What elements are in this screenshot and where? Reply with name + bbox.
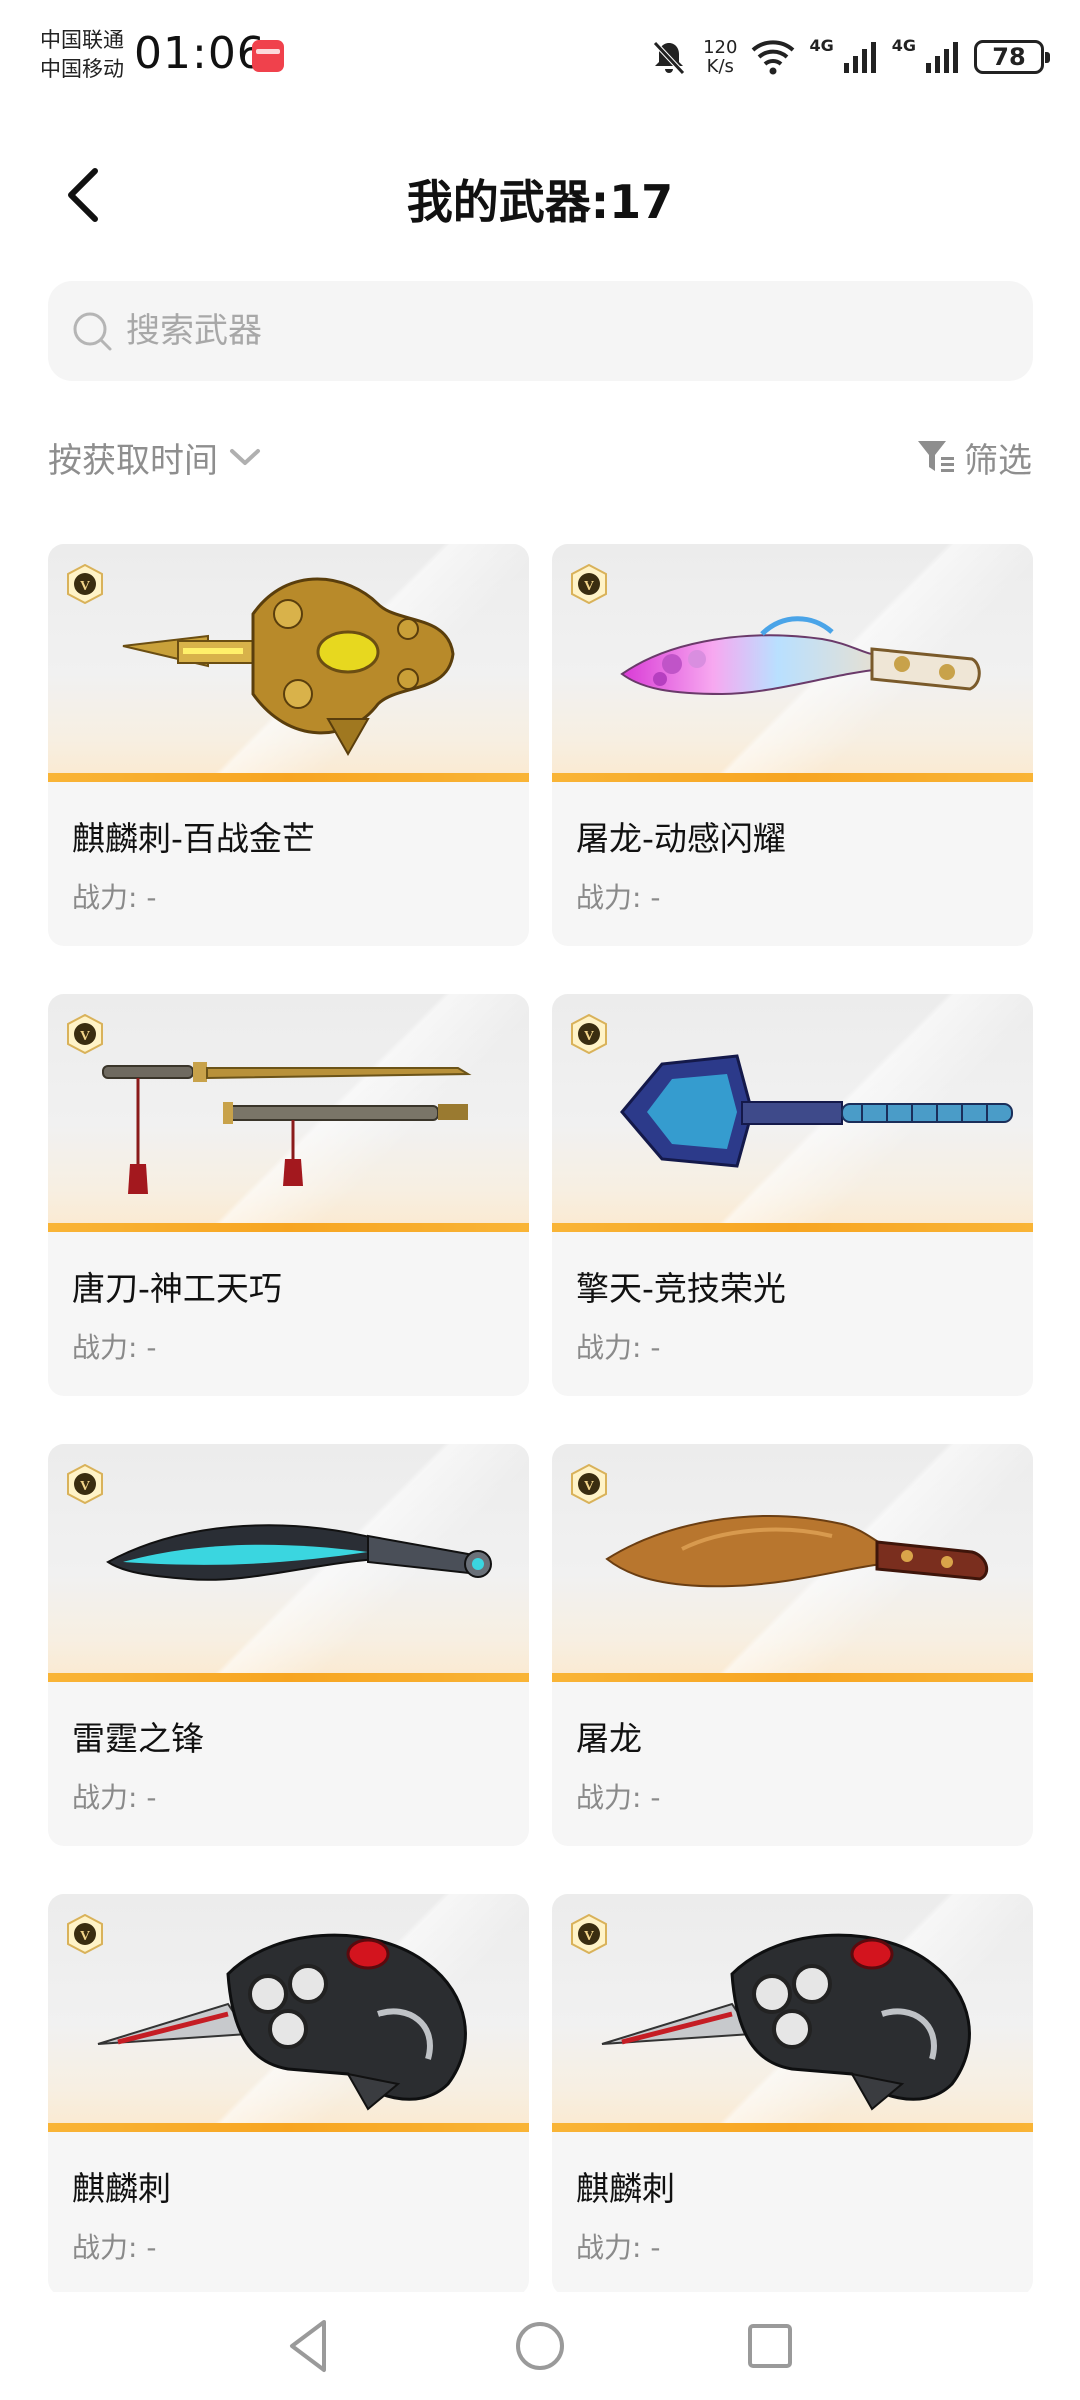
- weapon-image-area: V: [48, 994, 529, 1232]
- weapon-card[interactable]: V 唐刀-神工天巧 战力: -: [48, 994, 529, 1396]
- weapon-power: 战力: -: [72, 2231, 157, 2264]
- weapon-image-area: V: [552, 1444, 1033, 1682]
- cyan-blade-icon: [106, 1524, 492, 1581]
- chevron-down-icon: [230, 449, 260, 465]
- svg-text:V: V: [584, 1029, 594, 1044]
- filter-icon: [918, 441, 954, 472]
- weapon-power: 战力: -: [72, 1781, 157, 1814]
- nav-back-icon[interactable]: [278, 2314, 342, 2378]
- battery-icon: 78: [974, 40, 1050, 74]
- sort-dropdown[interactable]: 按获取时间: [48, 432, 262, 482]
- weapon-card[interactable]: V 麒麟刺 战力: -: [552, 1894, 1033, 2296]
- weapon-power: 战力: -: [576, 1331, 661, 1364]
- weapon-image-area: V: [48, 1894, 529, 2132]
- svg-text:V: V: [584, 1929, 594, 1944]
- carrier-2: 中国移动: [40, 57, 124, 81]
- nav-recents-icon[interactable]: [738, 2314, 802, 2378]
- svg-text:V: V: [584, 1479, 594, 1494]
- system-nav-bar: [0, 2292, 1080, 2400]
- vip-badge-icon: V: [67, 1914, 103, 1954]
- status-bar: 中国联通 中国移动 01:06 120 K/s 4G 4G 78: [0, 0, 1080, 120]
- vip-badge-icon: V: [67, 1464, 103, 1504]
- carrier-1: 中国联通: [40, 28, 124, 52]
- weapon-image-area: V: [552, 544, 1033, 782]
- page-title: 我的武器:17: [406, 175, 674, 229]
- weapon-image-area: V: [552, 1894, 1033, 2132]
- bronze-kukri-icon: [605, 1515, 989, 1588]
- svg-text:V: V: [80, 1479, 90, 1494]
- signal-icon-2: [926, 42, 958, 73]
- silver-knuckle-dagger-icon: [601, 1933, 971, 2111]
- weapon-grid: V 麒麟刺-百战金芒 战力: - V 屠龙-动感闪耀 战力: - V 唐刀-神工…: [48, 544, 1033, 2296]
- weapon-power: 战力: -: [72, 1331, 157, 1364]
- weapon-image-area: V: [48, 544, 529, 782]
- carrier-names: 中国联通 中国移动: [40, 26, 124, 84]
- weapon-power: 战力: -: [576, 1781, 661, 1814]
- net-speed: 120 K/s: [703, 38, 737, 76]
- status-indicators: 120 K/s 4G 4G 78: [649, 34, 1050, 80]
- weapon-name: 擎天-竞技荣光: [576, 1269, 786, 1308]
- vip-badge-icon: V: [67, 564, 103, 604]
- battery-level: 78: [992, 43, 1026, 71]
- sort-label: 按获取时间: [48, 440, 218, 481]
- weapon-name: 唐刀-神工天巧: [72, 1269, 282, 1308]
- weapon-card[interactable]: V 屠龙 战力: -: [552, 1444, 1033, 1846]
- svg-text:V: V: [584, 579, 594, 594]
- notification-app-icon: [252, 40, 284, 72]
- vip-badge-icon: V: [571, 1464, 607, 1504]
- weapon-power: 战力: -: [576, 881, 661, 914]
- svg-text:V: V: [80, 1029, 90, 1044]
- header: 我的武器:17: [0, 150, 1080, 240]
- vip-badge-icon: V: [571, 1014, 607, 1054]
- search-input[interactable]: [126, 311, 1006, 351]
- weapons-page: 中国联通 中国移动 01:06 120 K/s 4G 4G 78 我的武器:17…: [0, 0, 1080, 2400]
- blue-shovel-icon: [620, 1054, 1013, 1168]
- net-speed-unit: K/s: [706, 56, 734, 77]
- vip-badge-icon: V: [571, 1914, 607, 1954]
- weapon-name: 麒麟刺-百战金芒: [72, 819, 315, 858]
- weapon-card[interactable]: V 麒麟刺 战力: -: [48, 1894, 529, 2296]
- weapon-name: 屠龙: [576, 1719, 642, 1758]
- golden-knuckle-dagger-icon: [122, 577, 455, 757]
- weapon-card[interactable]: V 麒麟刺-百战金芒 战力: -: [48, 544, 529, 946]
- wifi-icon: [752, 40, 795, 75]
- net-speed-value: 120: [703, 37, 738, 58]
- filter-label: 筛选: [964, 440, 1032, 481]
- network-type-1: 4G: [809, 36, 834, 55]
- weapon-card[interactable]: V 擎天-竞技荣光 战力: -: [552, 994, 1033, 1396]
- weapon-power: 战力: -: [576, 2231, 661, 2264]
- weapon-name: 麒麟刺: [72, 2169, 171, 2208]
- nav-home-icon[interactable]: [508, 2314, 572, 2378]
- search-bar[interactable]: [48, 281, 1033, 381]
- vip-badge-icon: V: [67, 1014, 103, 1054]
- weapon-power: 战力: -: [72, 881, 157, 914]
- svg-text:V: V: [80, 579, 90, 594]
- signal-icon: [843, 42, 876, 73]
- search-icon: [73, 312, 112, 351]
- tang-sword-pair-icon: [102, 1062, 472, 1194]
- weapon-card[interactable]: V 雷霆之锋 战力: -: [48, 1444, 529, 1846]
- status-time: 01:06: [134, 28, 266, 79]
- weapon-name: 屠龙-动感闪耀: [576, 819, 786, 858]
- weapon-image-area: V: [48, 1444, 529, 1682]
- weapon-name: 麒麟刺: [576, 2169, 675, 2208]
- silver-knuckle-dagger-icon: [97, 1933, 467, 2111]
- weapon-name: 雷霆之锋: [72, 1719, 204, 1758]
- mute-icon: [653, 41, 685, 75]
- colorful-kukri-icon: [620, 616, 981, 696]
- network-type-2: 4G: [891, 36, 916, 55]
- weapon-card[interactable]: V 屠龙-动感闪耀 战力: -: [552, 544, 1033, 946]
- vip-badge-icon: V: [571, 564, 607, 604]
- svg-text:V: V: [80, 1929, 90, 1944]
- filter-button[interactable]: 筛选: [916, 432, 1032, 482]
- weapon-image-area: V: [552, 994, 1033, 1232]
